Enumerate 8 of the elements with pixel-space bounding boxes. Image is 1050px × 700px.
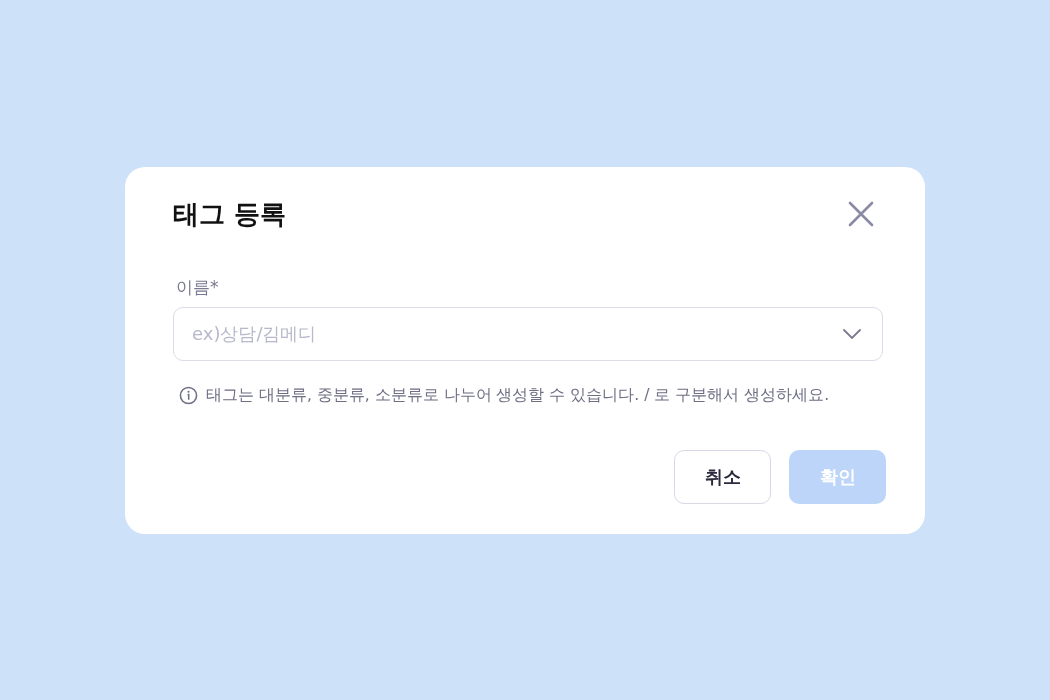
dialog-title: 태그 등록: [173, 197, 287, 231]
field-label: 이름*: [176, 275, 220, 299]
hint-text: 태그는 대분류, 중분류, 소분류로 나누어 생성할 수 있습니다. / 로 구분해서 생성하세요.: [206, 384, 830, 406]
cancel-button[interactable]: 취소: [674, 449, 771, 504]
info-icon: [179, 385, 198, 405]
chevron-down-icon: [843, 328, 861, 339]
close-button[interactable]: [846, 199, 876, 229]
select-field[interactable]: ex)상담/김메디: [173, 306, 883, 361]
